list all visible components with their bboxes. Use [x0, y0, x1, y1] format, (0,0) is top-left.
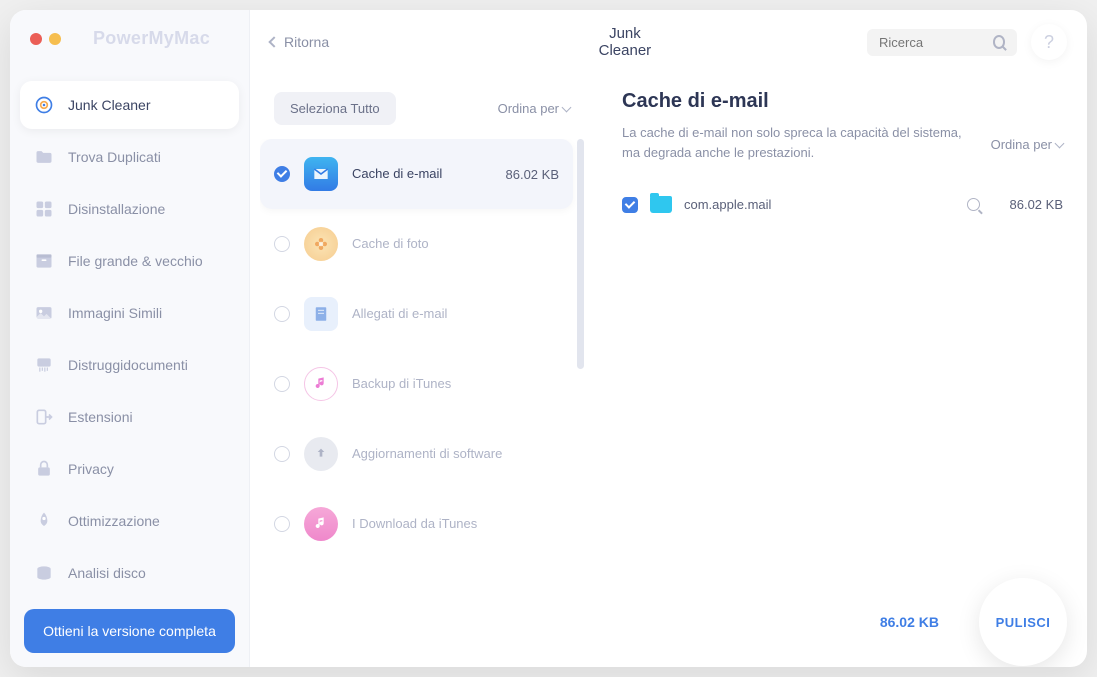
- clean-button[interactable]: PULISCI: [979, 578, 1067, 666]
- category-software-updates[interactable]: Aggiornamenti di software: [260, 419, 573, 489]
- chevron-left-icon: [268, 36, 279, 47]
- order-by-label: Ordina per: [498, 101, 559, 116]
- footer: 86.02 KB PULISCI: [490, 577, 1087, 667]
- mail-icon: [304, 157, 338, 191]
- sidebar-item-label: Trova Duplicati: [68, 149, 161, 165]
- category-checkbox[interactable]: [274, 306, 290, 322]
- category-itunes-backup[interactable]: Backup di iTunes: [260, 349, 573, 419]
- sidebar-item-label: Ottimizzazione: [68, 513, 160, 529]
- sidebar-item-label: Disinstallazione: [68, 201, 165, 217]
- select-all-button[interactable]: Seleziona Tutto: [274, 92, 396, 125]
- sidebar-item-label: Privacy: [68, 461, 114, 477]
- file-checkbox[interactable]: [622, 197, 638, 213]
- category-label: I Download da iTunes: [352, 516, 559, 533]
- sidebar-item-extensions[interactable]: Estensioni: [20, 393, 239, 441]
- category-photo-cache[interactable]: Cache di foto: [260, 209, 573, 279]
- sidebar-item-label: Analisi disco: [68, 565, 146, 581]
- category-label: Backup di iTunes: [352, 376, 559, 393]
- section-title: Junk Cleaner: [599, 25, 652, 59]
- category-checkbox[interactable]: [274, 376, 290, 392]
- sidebar-item-label: File grande & vecchio: [68, 253, 203, 269]
- sidebar-item-uninstall[interactable]: Disinstallazione: [20, 185, 239, 233]
- attachment-icon: [304, 297, 338, 331]
- file-list: com.apple.mail 86.02 KB: [622, 188, 1063, 221]
- titlebar: PowerMyMac: [10, 10, 249, 67]
- topbar: Ritorna Junk Cleaner ?: [250, 10, 1087, 74]
- file-item[interactable]: com.apple.mail 86.02 KB: [622, 188, 1063, 221]
- app-title: PowerMyMac: [93, 28, 210, 49]
- category-checkbox[interactable]: [274, 166, 290, 182]
- search-icon: [993, 35, 1005, 49]
- music-download-icon: [304, 507, 338, 541]
- chevron-down-icon: [562, 102, 572, 112]
- help-button[interactable]: ?: [1031, 24, 1067, 60]
- sidebar-item-privacy[interactable]: Privacy: [20, 445, 239, 493]
- back-label: Ritorna: [284, 34, 329, 50]
- back-button[interactable]: Ritorna: [270, 34, 329, 50]
- logout-icon: [34, 407, 54, 427]
- sidebar-item-shredder[interactable]: Distruggidocumenti: [20, 341, 239, 389]
- file-size: 86.02 KB: [1010, 197, 1064, 212]
- categories-scrollbar[interactable]: [577, 139, 584, 577]
- category-checkbox[interactable]: [274, 516, 290, 532]
- target-icon: [34, 95, 54, 115]
- lock-icon: [34, 459, 54, 479]
- category-itunes-downloads[interactable]: I Download da iTunes: [260, 489, 573, 559]
- folder-icon: [34, 147, 54, 167]
- folder-icon: [650, 196, 672, 213]
- rocket-icon: [34, 511, 54, 531]
- details-description: La cache di e-mail non solo spreca la ca…: [622, 123, 971, 162]
- apps-icon: [34, 199, 54, 219]
- category-size: 86.02 KB: [506, 167, 560, 182]
- category-checkbox[interactable]: [274, 446, 290, 462]
- cta-container: Ottieni la versione completa: [24, 609, 235, 653]
- sidebar-item-label: Immagini Simili: [68, 305, 162, 321]
- categories-header: Seleziona Tutto Ordina per: [260, 84, 584, 139]
- flower-icon: [304, 227, 338, 261]
- search-box[interactable]: [867, 29, 1017, 56]
- total-size: 86.02 KB: [880, 614, 939, 630]
- details-title: Cache di e-mail: [622, 90, 1063, 113]
- sidebar-item-label: Junk Cleaner: [68, 97, 151, 113]
- sidebar-nav: Junk Cleaner Trova Duplicati Disinstalla…: [10, 67, 249, 595]
- sidebar-item-junk-cleaner[interactable]: Junk Cleaner: [20, 81, 239, 129]
- main: Ritorna Junk Cleaner ? Seleziona Tutto O…: [250, 10, 1087, 667]
- details-panel: Cache di e-mail La cache di e-mail non s…: [592, 74, 1087, 587]
- category-email-attachments[interactable]: Allegati di e-mail: [260, 279, 573, 349]
- category-email-cache[interactable]: Cache di e-mail 86.02 KB: [260, 139, 573, 209]
- scrollbar-thumb[interactable]: [577, 139, 584, 369]
- music-icon: [304, 367, 338, 401]
- category-checkbox[interactable]: [274, 236, 290, 252]
- details-order-by[interactable]: Ordina per: [991, 137, 1063, 152]
- category-label: Cache di foto: [352, 236, 559, 253]
- close-window-dot[interactable]: [30, 33, 42, 45]
- disk-icon: [34, 563, 54, 583]
- sidebar-item-disk-analysis[interactable]: Analisi disco: [20, 549, 239, 595]
- reveal-icon[interactable]: [967, 198, 980, 211]
- chevron-down-icon: [1055, 138, 1065, 148]
- categories-list[interactable]: Cache di e-mail 86.02 KB Cache di foto: [260, 139, 577, 577]
- sidebar-item-label: Estensioni: [68, 409, 133, 425]
- shredder-icon: [34, 355, 54, 375]
- order-by-label: Ordina per: [991, 137, 1052, 152]
- search-input[interactable]: [879, 35, 985, 50]
- category-label: Cache di e-mail: [352, 166, 492, 183]
- categories-panel: Seleziona Tutto Ordina per Cache di: [250, 74, 592, 587]
- category-label: Allegati di e-mail: [352, 306, 559, 323]
- box-icon: [34, 251, 54, 271]
- sidebar-item-similar-images[interactable]: Immagini Simili: [20, 289, 239, 337]
- sidebar-item-duplicates[interactable]: Trova Duplicati: [20, 133, 239, 181]
- file-name: com.apple.mail: [684, 197, 955, 212]
- sidebar-item-label: Distruggidocumenti: [68, 357, 188, 373]
- sidebar-item-large-old[interactable]: File grande & vecchio: [20, 237, 239, 285]
- sidebar-item-optimization[interactable]: Ottimizzazione: [20, 497, 239, 545]
- upload-icon: [304, 437, 338, 471]
- categories-order-by[interactable]: Ordina per: [498, 101, 570, 116]
- minimize-window-dot[interactable]: [49, 33, 61, 45]
- get-full-version-button[interactable]: Ottieni la versione completa: [24, 609, 235, 653]
- sidebar: PowerMyMac Junk Cleaner Trova Duplicati …: [10, 10, 250, 667]
- image-icon: [34, 303, 54, 323]
- category-label: Aggiornamenti di software: [352, 446, 559, 463]
